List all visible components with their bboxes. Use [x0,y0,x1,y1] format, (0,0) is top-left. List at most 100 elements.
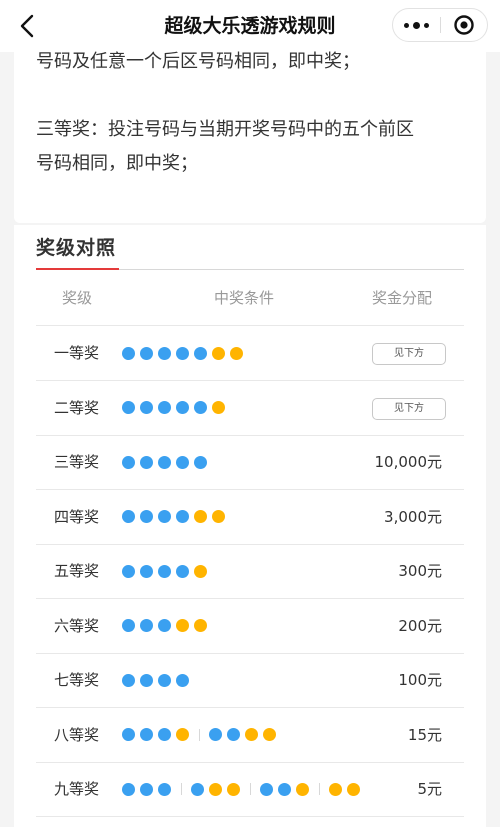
winning-condition-balls [122,708,281,762]
prize-amount: 10,000元 [374,453,443,471]
prize-level-name: 九等奖 [54,780,100,798]
front-ball-icon [227,728,240,741]
winning-condition-balls [122,326,248,380]
third-prize-rule-line2: 号码相同，即中奖； [36,153,198,174]
condition-separator [199,728,200,741]
front-ball-icon [209,728,222,741]
front-ball-icon [158,673,171,687]
back-ball-icon [194,619,207,632]
front-ball-icon [122,619,135,632]
section-title: 奖级对照 [36,237,117,259]
navigation-bar: 超级大乐透游戏规则 [0,0,500,52]
back-ball-icon [194,564,207,578]
front-ball-icon [122,455,135,469]
record-close-icon[interactable] [441,9,487,41]
table-row: 二等奖 见下方 [36,381,464,436]
front-ball-icon [140,782,153,796]
winning-condition-balls [122,435,212,489]
back-ball-icon [230,346,243,360]
front-ball-icon [158,346,171,360]
condition-separator [319,783,320,795]
condition-separator [181,783,182,795]
prize-amount: 300元 [398,562,442,580]
prize-amount: 5元 [417,780,442,798]
back-ball-icon [227,782,240,796]
front-ball-icon [158,782,171,796]
table-row: 三等奖 10,000元 [36,435,464,490]
front-ball-icon [122,346,135,360]
back-ball-icon [176,728,189,741]
second-prize-rule-tail: 号码及任意一个后区号码相同，即中奖； [36,51,360,72]
prize-amount: 3,000元 [384,507,442,526]
prize-level-name: 四等奖 [54,507,100,526]
back-ball-icon [212,346,225,360]
front-ball-icon [158,619,171,632]
front-ball-icon [176,510,189,523]
more-dots-icon[interactable] [393,9,440,41]
back-ball-icon [209,782,222,796]
table-row: 八等奖 15元 [36,708,464,763]
prize-table-card: 奖级对照 奖级 中奖条件 奖金分配 一等奖 见下方 二等奖 见下方 三等奖 10,000元… [14,225,486,827]
prize-level-name: 六等奖 [54,616,100,635]
back-ball-icon [329,782,342,796]
see-below-button[interactable]: 见下方 [372,343,446,365]
front-ball-icon [158,728,171,741]
prize-level-name: 三等奖 [54,453,100,471]
table-row: 一等奖 见下方 [36,326,464,381]
front-ball-icon [140,619,153,632]
front-ball-icon [122,564,135,578]
winning-condition-balls [122,599,212,653]
table-row: 五等奖 300元 [36,544,464,599]
front-ball-icon [158,455,171,469]
front-ball-icon [278,782,291,796]
front-ball-icon [176,455,189,469]
winning-condition-balls [122,381,230,435]
winning-condition-balls [122,762,365,816]
front-ball-icon [176,346,189,360]
front-ball-icon [122,782,135,796]
rules-text-card: 号码及任意一个后区号码相同，即中奖； 三等奖：投注号码与当期开奖号码中的五个前区… [14,51,486,223]
table-header: 奖级 中奖条件 奖金分配 [36,271,464,326]
see-below-button[interactable]: 见下方 [372,397,446,420]
front-ball-icon [122,401,135,414]
header-condition: 中奖条件 [214,289,275,307]
back-ball-icon [296,782,309,796]
front-ball-icon [158,510,171,523]
condition-separator [250,783,251,795]
front-ball-icon [122,510,135,523]
menu-capsule [392,8,488,42]
front-ball-icon [140,455,153,469]
front-ball-icon [194,401,207,414]
prize-level-name: 八等奖 [54,725,100,744]
prize-level-name: 二等奖 [54,398,100,417]
prize-amount: 15元 [407,725,442,744]
front-ball-icon [158,564,171,578]
front-ball-icon [194,455,207,469]
table-row: 七等奖 100元 [36,653,464,708]
prize-amount: 200元 [398,616,442,635]
table-row: 九等奖 5元 [36,762,464,817]
front-ball-icon [140,510,153,523]
front-ball-icon [260,782,273,796]
front-ball-icon [194,346,207,360]
front-ball-icon [176,564,189,578]
back-ball-icon [176,619,189,632]
prize-level-name: 七等奖 [54,671,100,689]
front-ball-icon [158,401,171,414]
front-ball-icon [122,728,135,741]
winning-condition-balls [122,544,212,598]
front-ball-icon [140,673,153,687]
prize-level-name: 五等奖 [54,562,100,580]
back-ball-icon [263,728,276,741]
back-ball-icon [212,401,225,414]
prize-level-name: 一等奖 [54,344,100,362]
third-prize-rule-line1: 三等奖：投注号码与当期开奖号码中的五个前区 [36,119,414,140]
winning-condition-balls [122,490,230,544]
front-ball-icon [140,346,153,360]
back-ball-icon [194,510,207,523]
section-title-underline [36,268,119,270]
prize-amount: 100元 [398,671,442,689]
front-ball-icon [176,673,189,687]
winning-condition-balls [122,653,194,707]
front-ball-icon [140,728,153,741]
